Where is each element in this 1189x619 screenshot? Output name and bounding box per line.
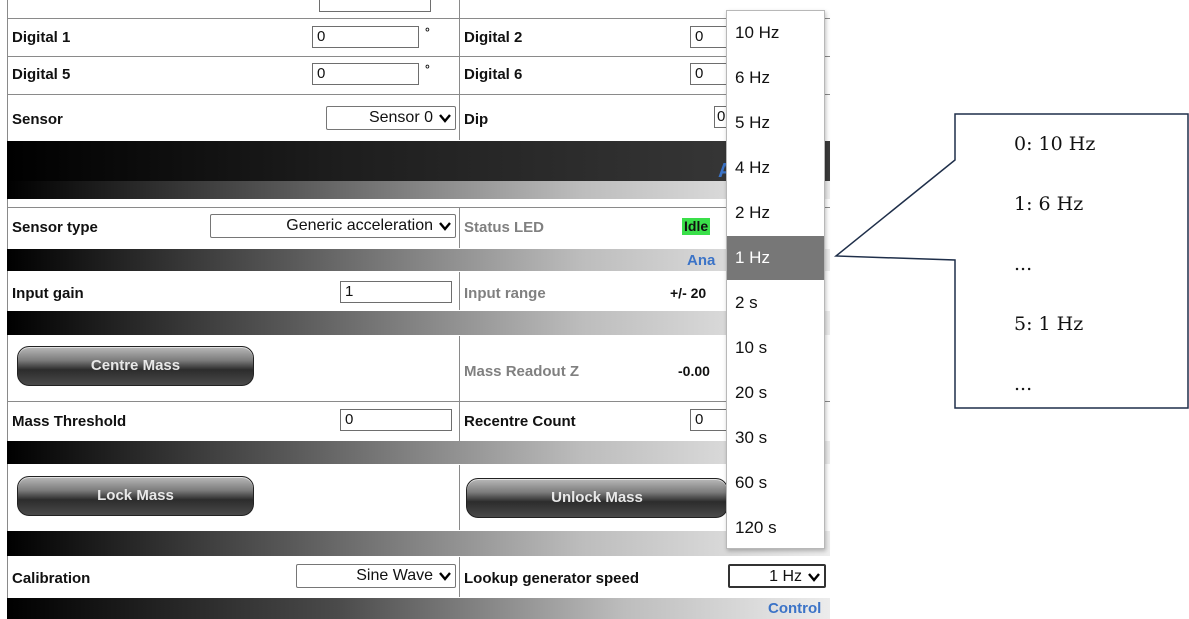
mass-readout-z-value: -0.00 [678, 363, 710, 379]
dropdown-option[interactable]: 10 Hz [727, 11, 824, 55]
dropdown-option-selected[interactable]: 1 Hz [727, 236, 824, 280]
callout-line: ... [1014, 373, 1033, 395]
dip-label: Dip [464, 111, 489, 128]
lookup-speed-select[interactable]: 1 Hz [728, 564, 826, 588]
top-partial-field[interactable] [319, 0, 431, 12]
lock-mass-button[interactable]: Lock Mass [17, 476, 254, 516]
calibration-select-value: Sine Wave [356, 567, 433, 584]
status-led-label: Status LED [464, 219, 545, 236]
unlock-mass-button[interactable]: Unlock Mass [466, 478, 728, 518]
input-gain-input[interactable]: 1 [340, 281, 452, 303]
digital1-input[interactable]: 0 [312, 26, 419, 48]
dropdown-option[interactable]: 10 s [727, 326, 824, 370]
digital5-degree-unit: ° [425, 62, 430, 76]
digital5-input[interactable]: 0 [312, 63, 419, 85]
callout-line: ... [1014, 253, 1033, 275]
digital5-label: Digital 5 [12, 66, 71, 83]
dropdown-option[interactable]: 5 Hz [727, 101, 824, 145]
callout-line: 0: 10 Hz [1014, 133, 1096, 155]
input-gain-label: Input gain [12, 285, 84, 302]
dropdown-option[interactable]: 4 Hz [727, 146, 824, 190]
settings-panel: Digital 1 0 ° Digital 2 0 Digital 5 0 ° … [0, 0, 830, 619]
dropdown-option[interactable]: 6 Hz [727, 56, 824, 100]
dropdown-option[interactable]: 2 Hz [727, 191, 824, 235]
dropdown-option[interactable]: 2 s [727, 281, 824, 325]
dropdown-option[interactable]: 20 s [727, 371, 824, 415]
sensor-type-label: Sensor type [12, 219, 98, 236]
status-led-indicator: Idle [682, 218, 711, 235]
recentre-count-label: Recentre Count [464, 413, 576, 430]
mass-readout-z-label: Mass Readout Z [464, 363, 580, 380]
recentre-count-input[interactable]: 0 [690, 409, 730, 431]
digital2-label: Digital 2 [464, 29, 523, 46]
digital2-input[interactable]: 0 [690, 26, 730, 48]
dropdown-option[interactable]: 120 s [727, 506, 824, 550]
sensor-select-value: Sensor 0 [368, 109, 433, 126]
digital6-label: Digital 6 [464, 66, 523, 83]
section-footer-bar [7, 598, 830, 619]
calibration-select[interactable]: Sine Wave [296, 564, 456, 588]
section-divider-5 [7, 531, 830, 556]
dropdown-option[interactable]: 30 s [727, 416, 824, 460]
calibration-label: Calibration [12, 570, 91, 587]
digital1-degree-unit: ° [425, 25, 430, 39]
mass-threshold-input[interactable]: 0 [340, 409, 452, 431]
section-header-bar [7, 141, 830, 181]
input-range-label: Input range [464, 285, 546, 302]
section-divider-4 [7, 441, 830, 464]
centre-mass-button[interactable]: Centre Mass [17, 346, 254, 386]
callout-line: 1: 6 Hz [1014, 193, 1084, 215]
chevron-down-icon [439, 222, 451, 231]
sensor-label: Sensor [12, 111, 63, 128]
sensor-type-select-value: Generic acceleration [286, 217, 433, 234]
speed-dropdown-list: 10 Hz 6 Hz 5 Hz 4 Hz 2 Hz 1 Hz 2 s 10 s … [726, 10, 825, 549]
sensor-type-select[interactable]: Generic acceleration [210, 214, 456, 238]
sensor-select[interactable]: Sensor 0 [326, 106, 456, 130]
chevron-down-icon [439, 572, 451, 581]
section-divider-1 [7, 181, 830, 199]
section-divider-3 [7, 311, 830, 335]
digital6-input[interactable]: 0 [690, 63, 730, 85]
dropdown-option[interactable]: 60 s [727, 461, 824, 505]
callout-line: 5: 1 Hz [1014, 313, 1084, 335]
section-label-control: Control [768, 600, 822, 617]
section-label-ana: Ana [687, 252, 716, 269]
input-range-value: +/- 20 [670, 285, 707, 301]
chevron-down-icon [808, 573, 820, 582]
lookup-speed-select-value: 1 Hz [769, 568, 802, 585]
digital1-label: Digital 1 [12, 29, 71, 46]
chevron-down-icon [439, 114, 451, 123]
lookup-speed-label: Lookup generator speed [464, 570, 640, 587]
mass-threshold-label: Mass Threshold [12, 413, 127, 430]
